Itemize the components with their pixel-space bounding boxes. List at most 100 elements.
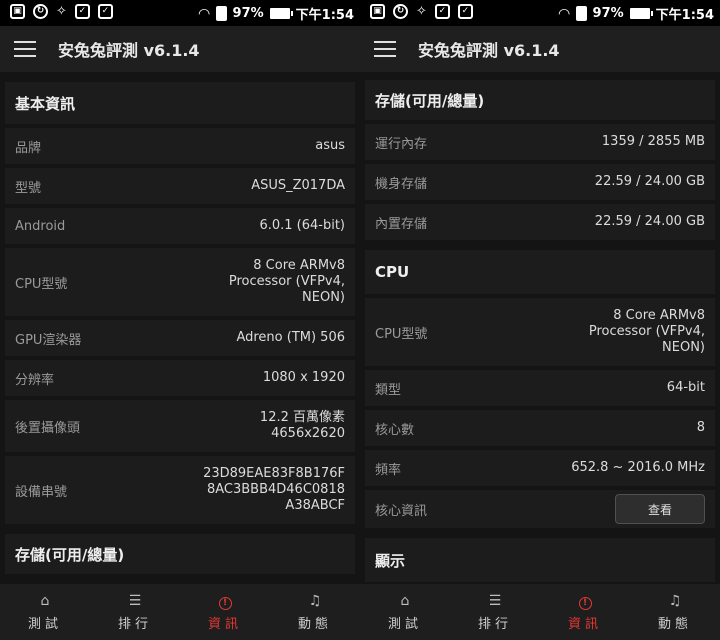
- row-label: CPU型號: [375, 326, 428, 342]
- storage-card: 存儲(可用/總量) 運行內存 1359 / 2855 MB 機身存儲 22.59…: [365, 80, 715, 240]
- cpu-row-type: 類型 64-bit: [365, 366, 715, 406]
- info-content[interactable]: 基本資訊 品牌 asus 型號 ASUS_Z017DA Android 6.0.…: [0, 72, 360, 584]
- row-label: 設備串號: [15, 484, 68, 500]
- row-value: Adreno (TM) 506: [236, 330, 345, 345]
- alert-icon: !: [218, 597, 232, 610]
- row-label: 品牌: [15, 140, 42, 156]
- nav-test[interactable]: ⌂ 測試: [360, 584, 450, 640]
- magic-wand-icon: ✧: [56, 4, 67, 19]
- battery-percent: 97%: [232, 6, 264, 21]
- row-value: 652.8 ~ 2016.0 MHz: [571, 460, 705, 475]
- cpu-row-model: CPU型號 8 Core ARMv8 Processor (VFPv4, NEON): [365, 294, 715, 366]
- basic-info-card: 基本資訊 品牌 asus 型號 ASUS_Z017DA Android 6.0.…: [5, 82, 355, 524]
- row-value: 12.2 百萬像素 4656x2620: [259, 410, 345, 441]
- info-row-serial: 設備串號 23D89EAE83F8B176F 8AC3BBB4D46C0818 A3…: [5, 452, 355, 524]
- nav-label: 排行: [477, 617, 512, 632]
- nav-news[interactable]: ♫ 動態: [630, 584, 720, 640]
- right-screen: ▣ ↻ ✧ ✓ ✓ ◠ 97% 下午1:54 安兔兔評測 v6.1.4 存儲(可…: [360, 0, 720, 640]
- list-icon: ☰: [128, 593, 142, 609]
- storage-row-ram: 運行內存 1359 / 2855 MB: [365, 120, 715, 160]
- row-label: 後置攝像頭: [15, 420, 81, 436]
- row-value: 8 Core ARMv8 Processor (VFPv4, NEON): [588, 308, 705, 355]
- nav-test[interactable]: ⌂ 測試: [0, 584, 90, 640]
- sync-icon: ↻: [393, 4, 408, 19]
- clipboard-check-icon: ✓: [74, 4, 90, 19]
- gallery-icon: ▣: [10, 4, 25, 19]
- cpu-row-core-info: 核心資訊 查看: [365, 486, 715, 528]
- battery-icon: [269, 8, 293, 19]
- nav-news[interactable]: ♫ 動態: [270, 584, 360, 640]
- nav-label: 測試: [27, 617, 62, 632]
- storage-row-internal: 內置存儲 22.59 / 24.00 GB: [365, 200, 715, 240]
- bell-icon: ♫: [308, 593, 322, 609]
- alert-icon-wrap: !: [578, 592, 592, 610]
- cpu-row-cores: 核心數 8: [365, 406, 715, 446]
- clipboard-check-icon-2: ✓: [97, 4, 113, 19]
- wifi-icon: ◠: [198, 5, 210, 22]
- nav-label: 資訊: [567, 617, 602, 632]
- list-icon: ☰: [488, 593, 502, 609]
- sync-icon: ↻: [33, 4, 48, 19]
- row-value: asus: [315, 138, 345, 153]
- row-label: 類型: [375, 382, 402, 398]
- row-value: 22.59 / 24.00 GB: [594, 174, 705, 189]
- gallery-icon: ▣: [370, 4, 385, 19]
- nav-label: 動態: [657, 617, 692, 632]
- row-value: 23D89EAE83F8B176F 8AC3BBB4D46C0818 A38ABCF: [203, 466, 345, 513]
- storage-title: 存儲(可用/總量): [375, 91, 485, 110]
- info-row-gpu: GPU渲染器 Adreno (TM) 506: [5, 316, 355, 356]
- row-value: 8: [696, 420, 705, 435]
- info-row-rear-camera: 後置攝像頭 12.2 百萬像素 4656x2620: [5, 396, 355, 452]
- row-label: 核心資訊: [375, 503, 428, 519]
- row-label: 運行內存: [375, 136, 428, 152]
- nav-label: 動態: [297, 617, 332, 632]
- row-value: 1359 / 2855 MB: [601, 134, 705, 149]
- row-value: ASUS_Z017DA: [251, 178, 345, 193]
- row-label: 分辨率: [15, 372, 55, 388]
- row-value: 6.0.1 (64-bit): [259, 218, 345, 233]
- bell-icon: ♫: [668, 593, 682, 609]
- app-title: 安兔兔評測 v6.1.4: [58, 41, 200, 60]
- row-label: 型號: [15, 180, 42, 196]
- bottom-nav: ⌂ 測試 ☰ 排行 ! 資訊 ♫ 動態: [0, 584, 360, 640]
- display-title: 顯示: [375, 551, 406, 570]
- left-screen: ▣ ↻ ✧ ✓ ✓ ◠ 97% 下午1:54 安兔兔評測 v6.1.4 基本資訊…: [0, 0, 360, 640]
- nav-info[interactable]: ! 資訊: [180, 584, 270, 640]
- battery-icon: [629, 8, 653, 19]
- sim-icon: [215, 6, 227, 21]
- row-value: 64-bit: [666, 380, 705, 395]
- storage-card-partial: 存儲(可用/總量): [5, 534, 355, 574]
- bottom-nav: ⌂ 測試 ☰ 排行 ! 資訊 ♫ 動態: [360, 584, 720, 640]
- nav-info[interactable]: ! 資訊: [540, 584, 630, 640]
- row-label: GPU渲染器: [15, 332, 82, 348]
- wifi-icon: ◠: [558, 5, 570, 22]
- info-row-cpu-model: CPU型號 8 Core ARMv8 Processor (VFPv4, NEON): [5, 244, 355, 316]
- nav-label: 資訊: [207, 617, 242, 632]
- home-icon: ⌂: [400, 593, 410, 609]
- info-row-android: Android 6.0.1 (64-bit): [5, 204, 355, 244]
- cpu-card: CPU CPU型號 8 Core ARMv8 Processor (VFPv4, N…: [365, 250, 715, 528]
- row-label: 機身存儲: [375, 176, 428, 192]
- nav-label: 測試: [387, 617, 422, 632]
- row-value: 22.59 / 24.00 GB: [594, 214, 705, 229]
- status-bar: ▣ ↻ ✧ ✓ ✓ ◠ 97% 下午1:54: [0, 0, 360, 26]
- home-icon: ⌂: [40, 593, 50, 609]
- row-label: 核心數: [375, 422, 415, 438]
- cpu-row-frequency: 頻率 652.8 ~ 2016.0 MHz: [365, 446, 715, 486]
- storage-row-device: 機身存儲 22.59 / 24.00 GB: [365, 160, 715, 200]
- battery-percent: 97%: [592, 6, 624, 21]
- app-title: 安兔兔評測 v6.1.4: [418, 41, 560, 60]
- display-card-partial: 顯示: [365, 538, 715, 582]
- view-core-info-button[interactable]: 查看: [615, 494, 705, 524]
- row-label: CPU型號: [15, 276, 68, 292]
- menu-icon[interactable]: [374, 41, 396, 57]
- menu-icon[interactable]: [14, 41, 36, 57]
- clock: 下午1:54: [655, 8, 714, 23]
- nav-ranking[interactable]: ☰ 排行: [450, 584, 540, 640]
- info-content[interactable]: 存儲(可用/總量) 運行內存 1359 / 2855 MB 機身存儲 22.59…: [360, 72, 720, 584]
- clock: 下午1:54: [295, 8, 354, 23]
- nav-ranking[interactable]: ☰ 排行: [90, 584, 180, 640]
- info-row-resolution: 分辨率 1080 x 1920: [5, 356, 355, 396]
- cpu-title: CPU: [375, 263, 410, 281]
- app-bar: 安兔兔評測 v6.1.4: [0, 26, 360, 72]
